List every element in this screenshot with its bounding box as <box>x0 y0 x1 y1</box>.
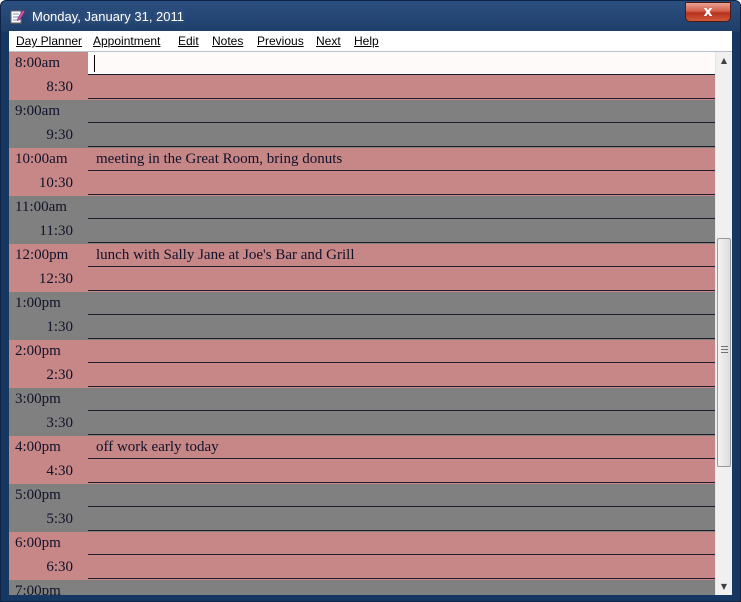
schedule-grid: 8:00am 8:30 9:00am 9:30 10:00am meeting in th… <box>9 52 715 595</box>
grip-icon <box>721 346 728 354</box>
time-slot-row: 11:00am <box>9 196 715 220</box>
time-slot-row: 5:00pm <box>9 484 715 508</box>
text-caret <box>94 55 95 72</box>
appointment-field[interactable] <box>88 316 715 339</box>
time-label: 11:00am <box>15 199 67 215</box>
time-label: 9:30 <box>46 127 73 143</box>
appointment-field[interactable]: off work early today <box>88 436 715 459</box>
time-slot-row: 10:00am meeting in the Great Room, bring … <box>9 148 715 172</box>
appointment-field[interactable] <box>88 220 715 243</box>
appointment-field[interactable] <box>88 196 715 219</box>
time-slot-row: 11:30 <box>9 220 715 244</box>
vertical-scrollbar[interactable]: ▲ ▼ <box>715 52 732 595</box>
menu-notes[interactable]: Notes <box>212 33 243 49</box>
time-label: 2:00pm <box>15 343 61 359</box>
appointment-text: lunch with Sally Jane at Joe's Bar and G… <box>96 247 355 263</box>
time-slot-row: 3:00pm <box>9 388 715 412</box>
appointment-field[interactable] <box>88 364 715 387</box>
appointment-field[interactable] <box>88 460 715 483</box>
time-slot-row: 12:00pm lunch with Sally Jane at Joe's Ba… <box>9 244 715 268</box>
time-label: 8:30 <box>46 79 73 95</box>
appointment-field[interactable] <box>88 556 715 579</box>
appointment-field[interactable] <box>88 532 715 555</box>
time-slot-row: 8:30 <box>9 76 715 100</box>
appointment-field[interactable] <box>88 292 715 315</box>
time-slot-row: 8:00am <box>9 52 715 76</box>
menu-previous[interactable]: Previous <box>257 33 304 49</box>
scroll-thumb[interactable] <box>717 238 731 467</box>
time-slot-row: 7:00pm <box>9 580 715 595</box>
time-label: 4:00pm <box>15 439 61 455</box>
scroll-up-arrow-icon[interactable]: ▲ <box>716 52 732 69</box>
time-slot-row: 2:00pm <box>9 340 715 364</box>
time-slot-row: 12:30 <box>9 268 715 292</box>
menu-appointment[interactable]: Appointment <box>93 33 160 49</box>
appointment-text: meeting in the Great Room, bring donuts <box>96 151 343 167</box>
time-slot-row: 9:00am <box>9 100 715 124</box>
time-label: 9:00am <box>15 103 60 119</box>
appointment-field[interactable] <box>88 76 715 99</box>
appointment-field[interactable] <box>88 124 715 147</box>
time-label: 3:30 <box>46 415 73 431</box>
menu-edit[interactable]: Edit <box>178 33 199 49</box>
time-slot-row: 4:00pm off work early today <box>9 436 715 460</box>
time-label: 4:30 <box>46 463 73 479</box>
appointment-field[interactable] <box>88 388 715 411</box>
close-icon: x <box>703 4 713 20</box>
appointment-field[interactable] <box>88 100 715 123</box>
time-slot-row: 9:30 <box>9 124 715 148</box>
time-label: 6:30 <box>46 559 73 575</box>
time-slot-row: 6:00pm <box>9 532 715 556</box>
close-button[interactable]: x <box>685 2 731 22</box>
time-slot-row: 4:30 <box>9 460 715 484</box>
menu-bar: Day Planner Appointment Edit Notes Previ… <box>9 31 732 52</box>
time-slot-row: 10:30 <box>9 172 715 196</box>
appointment-text: off work early today <box>96 439 219 455</box>
time-label: 6:00pm <box>15 535 61 551</box>
appointment-field[interactable] <box>88 340 715 363</box>
time-label: 5:30 <box>46 511 73 527</box>
scroll-down-arrow-icon[interactable]: ▼ <box>716 578 732 595</box>
time-label: 7:00pm <box>15 583 61 595</box>
appointment-field[interactable] <box>88 484 715 507</box>
appointment-field[interactable] <box>88 52 715 75</box>
app-window: Monday, January 31, 2011 x Day Planner A… <box>0 0 741 602</box>
menu-day-planner[interactable]: Day Planner <box>16 33 82 49</box>
title-bar[interactable]: Monday, January 31, 2011 x <box>1 1 740 31</box>
time-label: 12:30 <box>38 271 73 287</box>
time-slot-row: 1:00pm <box>9 292 715 316</box>
time-slot-row: 1:30 <box>9 316 715 340</box>
time-label: 1:00pm <box>15 295 61 311</box>
menu-help[interactable]: Help <box>354 33 379 49</box>
appointment-field[interactable] <box>88 412 715 435</box>
appointment-field[interactable] <box>88 268 715 291</box>
notepad-pencil-icon <box>10 9 25 24</box>
time-slot-row: 2:30 <box>9 364 715 388</box>
time-slot-row: 5:30 <box>9 508 715 532</box>
time-slot-row: 3:30 <box>9 412 715 436</box>
time-label: 8:00am <box>15 55 60 71</box>
time-label: 11:30 <box>39 223 73 239</box>
time-label: 10:00am <box>15 151 68 167</box>
appointment-field[interactable] <box>88 580 715 595</box>
time-slot-row: 6:30 <box>9 556 715 580</box>
appointment-field[interactable]: meeting in the Great Room, bring donuts <box>88 148 715 171</box>
time-label: 3:00pm <box>15 391 61 407</box>
time-label: 10:30 <box>38 175 73 191</box>
appointment-field[interactable] <box>88 172 715 195</box>
appointment-field[interactable] <box>88 508 715 531</box>
menu-next[interactable]: Next <box>316 33 341 49</box>
time-label: 12:00pm <box>15 247 69 263</box>
window-title: Monday, January 31, 2011 <box>32 9 185 24</box>
client-area: Day Planner Appointment Edit Notes Previ… <box>9 31 732 595</box>
time-label: 1:30 <box>46 319 73 335</box>
time-label: 2:30 <box>46 367 73 383</box>
appointment-field[interactable]: lunch with Sally Jane at Joe's Bar and G… <box>88 244 715 267</box>
time-label: 5:00pm <box>15 487 61 503</box>
